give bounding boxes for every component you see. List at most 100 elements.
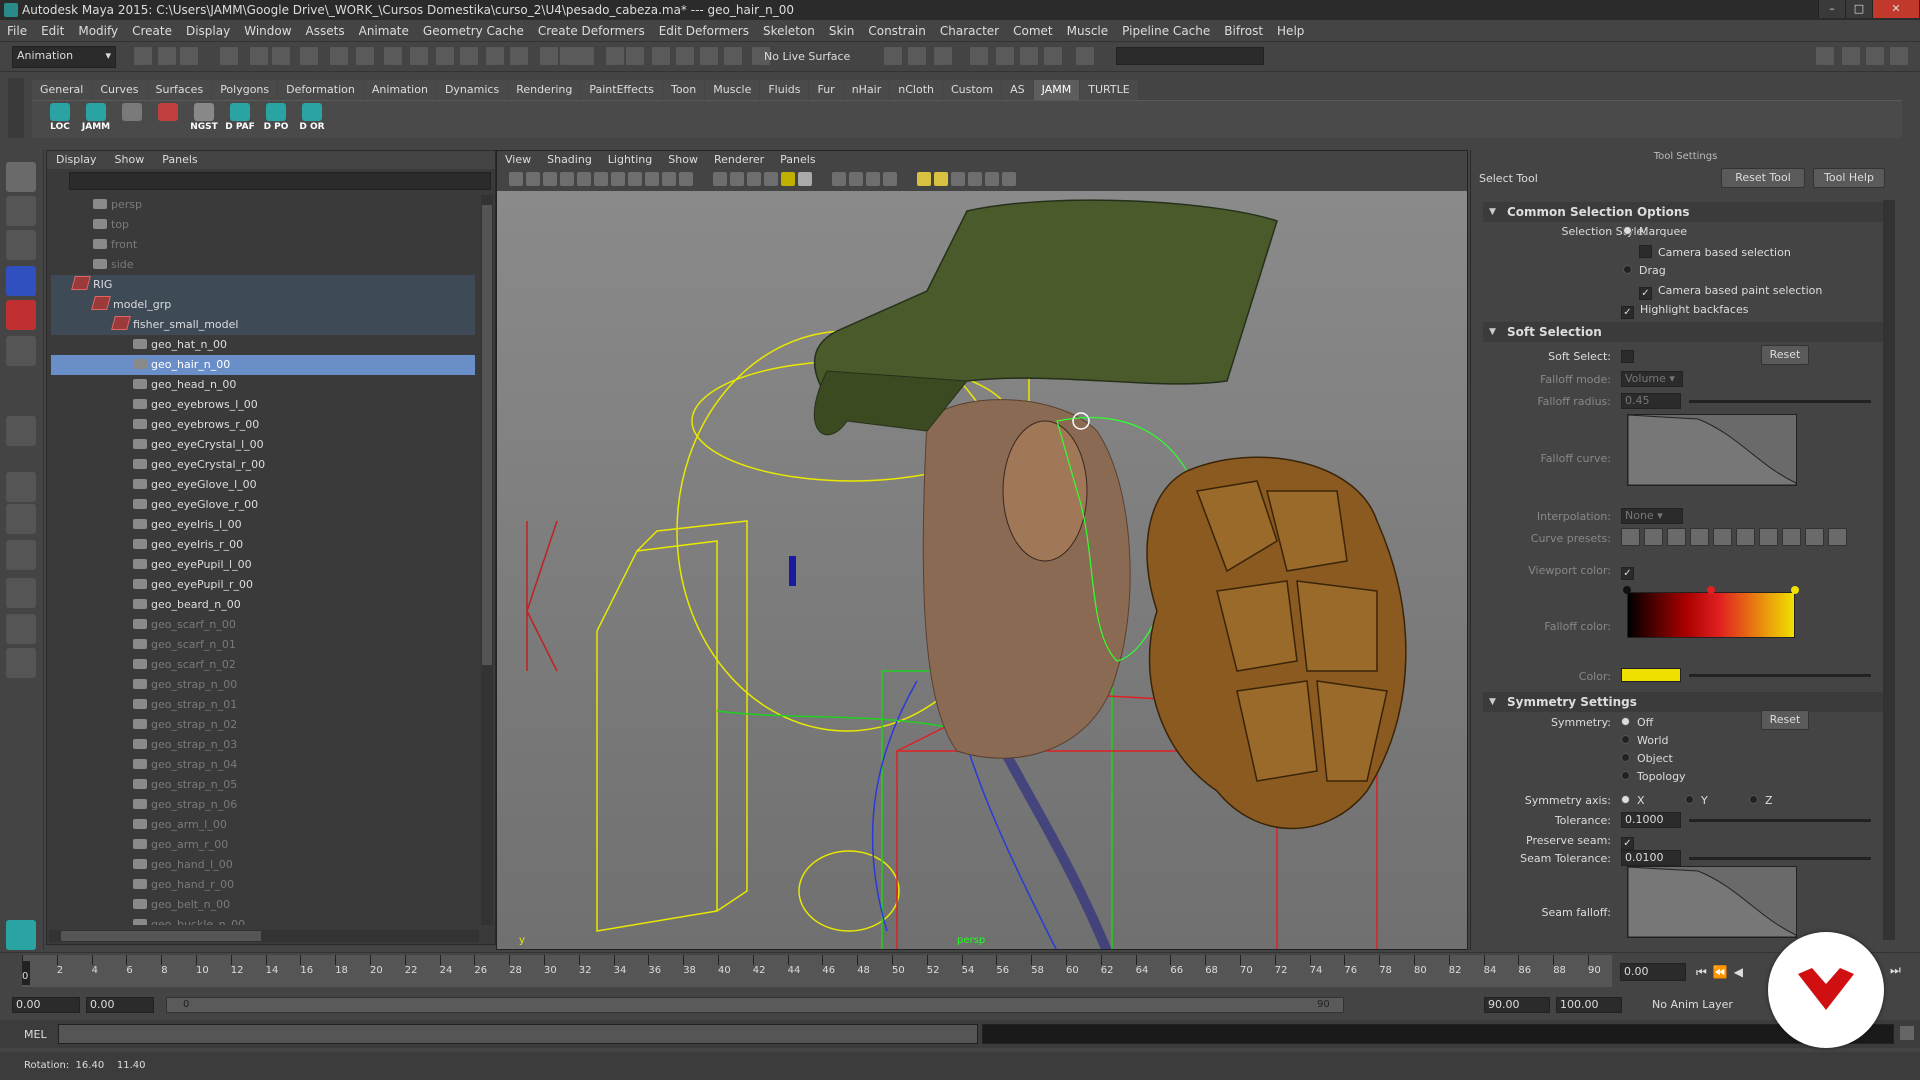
status-tool-icon[interactable]: [158, 47, 176, 65]
shelf-tab-deformation[interactable]: Deformation: [278, 80, 363, 100]
outliner-item[interactable]: geo_strap_n_06: [51, 795, 475, 815]
status-tool-icon[interactable]: [330, 47, 348, 65]
viewport-toolbar-icon[interactable]: [985, 172, 999, 186]
status-tool-icon[interactable]: [1076, 47, 1094, 65]
menu-help[interactable]: Help: [1270, 20, 1311, 42]
ramp-handle[interactable]: [1623, 586, 1631, 594]
outliner-item[interactable]: front: [51, 235, 475, 255]
outliner-item[interactable]: geo_scarf_n_00: [51, 615, 475, 635]
curve-preset-button[interactable]: [1736, 528, 1755, 546]
symmetry-object-radio[interactable]: Object: [1621, 752, 1673, 765]
menu-create-deformers[interactable]: Create Deformers: [531, 20, 652, 42]
rotate-tool-icon[interactable]: [6, 300, 36, 330]
status-tool-icon[interactable]: [1020, 47, 1038, 65]
status-tool-icon[interactable]: [250, 47, 268, 65]
outliner-item[interactable]: geo_strap_n_03: [51, 735, 475, 755]
tolerance-slider[interactable]: [1689, 819, 1871, 822]
symmetry-off-radio[interactable]: Off: [1621, 716, 1653, 729]
falloff-radius-slider[interactable]: [1689, 400, 1871, 403]
menu-file[interactable]: File: [0, 20, 34, 42]
outliner-item[interactable]: geo_eyeCrystal_r_00: [51, 455, 475, 475]
shelf-tab-muscle[interactable]: Muscle: [705, 80, 760, 100]
soft-select-checkbox[interactable]: [1621, 350, 1640, 364]
viewport-toolbar-icon[interactable]: [662, 172, 676, 186]
status-tool-icon[interactable]: [460, 47, 478, 65]
viewport-toolbar-icon[interactable]: [526, 172, 540, 186]
outliner-item[interactable]: geo_strap_n_00: [51, 675, 475, 695]
menu-set-select[interactable]: Animation ▾: [12, 46, 116, 68]
viewport-color-checkbox[interactable]: ✓: [1621, 564, 1640, 580]
falloff-color-ramp[interactable]: [1627, 592, 1795, 638]
quick-select-field[interactable]: [1116, 47, 1264, 65]
viewport-toolbar-icon[interactable]: [730, 172, 744, 186]
outliner-item[interactable]: persp: [51, 195, 475, 215]
layout-persp-icon[interactable]: [6, 578, 36, 608]
outliner-item[interactable]: geo_eyePupil_l_00: [51, 555, 475, 575]
falloff-radius-field[interactable]: 0.45: [1621, 393, 1681, 409]
outliner-item[interactable]: geo_eyeGlove_l_00: [51, 475, 475, 495]
outliner-item[interactable]: geo_arm_l_00: [51, 815, 475, 835]
menu-create[interactable]: Create: [125, 20, 179, 42]
outliner-item[interactable]: geo_eyebrows_r_00: [51, 415, 475, 435]
viewport-menu-show[interactable]: Show: [660, 151, 706, 169]
status-tool-icon[interactable]: [676, 47, 694, 65]
shelf-tab-dynamics[interactable]: Dynamics: [436, 80, 508, 100]
menu-window[interactable]: Window: [237, 20, 298, 42]
viewport-toolbar-icon[interactable]: [645, 172, 659, 186]
shelf-tab-jamm[interactable]: JAMM: [1033, 80, 1080, 100]
viewport-toolbar-icon[interactable]: [543, 172, 557, 186]
shelf-tab-fur[interactable]: Fur: [809, 80, 843, 100]
outliner-item[interactable]: geo_buckle_n_00: [51, 915, 475, 925]
viewport-toolbar-icon[interactable]: [628, 172, 642, 186]
highlight-backfaces-checkbox[interactable]: ✓ Highlight backfaces: [1621, 303, 1748, 319]
status-tool-icon[interactable]: [180, 47, 198, 65]
viewport-toolbar-icon[interactable]: [509, 172, 523, 186]
symmetry-world-radio[interactable]: World: [1621, 734, 1669, 747]
viewport-toolbar-icon[interactable]: [866, 172, 880, 186]
outliner-item[interactable]: geo_scarf_n_01: [51, 635, 475, 655]
status-tool-icon[interactable]: [576, 47, 594, 65]
status-tool-icon[interactable]: [486, 47, 504, 65]
curve-preset-button[interactable]: [1782, 528, 1801, 546]
shelf-button[interactable]: [152, 103, 184, 137]
outliner-item[interactable]: geo_scarf_n_02: [51, 655, 475, 675]
drag-radio[interactable]: Drag: [1623, 264, 1666, 277]
outliner-menu-display[interactable]: Display: [47, 151, 106, 169]
status-tool-icon[interactable]: [606, 47, 624, 65]
outliner-filter-field[interactable]: [69, 172, 491, 190]
shelf-tab-rendering[interactable]: Rendering: [508, 80, 581, 100]
outliner-item[interactable]: geo_hand_l_00: [51, 855, 475, 875]
layout-outliner-icon[interactable]: [6, 648, 36, 678]
shelf-button[interactable]: JAMM: [80, 103, 112, 137]
status-tool-icon[interactable]: [700, 47, 718, 65]
viewport-menu-lighting[interactable]: Lighting: [600, 151, 660, 169]
symmetry-axis-x-radio[interactable]: X: [1621, 794, 1645, 807]
tool-help-button[interactable]: Tool Help: [1813, 168, 1885, 188]
shelf-tab-animation[interactable]: Animation: [363, 80, 436, 100]
menu-animate[interactable]: Animate: [352, 20, 416, 42]
outliner-menu-panels[interactable]: Panels: [153, 151, 206, 169]
playback-end-field[interactable]: 90.00: [1484, 997, 1550, 1013]
viewport-menu-panels[interactable]: Panels: [772, 151, 823, 169]
go-to-end-icon[interactable]: ⏭: [1890, 963, 1901, 978]
shelf-tab-nhair[interactable]: nHair: [843, 80, 890, 100]
select-tool-icon[interactable]: [6, 162, 36, 192]
outliner-item[interactable]: geo_eyeIris_r_00: [51, 535, 475, 555]
scale-tool-icon[interactable]: [6, 336, 36, 366]
shelf-button[interactable]: D OR: [296, 103, 328, 137]
layout-two-icon[interactable]: [6, 540, 36, 570]
outliner-item[interactable]: geo_strap_n_05: [51, 775, 475, 795]
menu-display[interactable]: Display: [179, 20, 237, 42]
layout-graph-icon[interactable]: [6, 614, 36, 644]
animation-start-field[interactable]: 0.00: [12, 997, 80, 1013]
outliner-horizontal-scrollbar[interactable]: [49, 930, 479, 942]
viewport-toolbar-icon[interactable]: [968, 172, 982, 186]
outliner-item[interactable]: geo_strap_n_02: [51, 715, 475, 735]
outliner-menu-show[interactable]: Show: [106, 151, 154, 169]
go-to-start-icon[interactable]: ⏮: [1696, 965, 1707, 980]
symmetry-axis-z-radio[interactable]: Z: [1749, 794, 1773, 807]
menu-constrain[interactable]: Constrain: [861, 20, 933, 42]
status-tool-icon[interactable]: [996, 47, 1014, 65]
outliner-item[interactable]: RIG: [51, 275, 475, 295]
panel-layout-icon[interactable]: [1842, 47, 1860, 65]
